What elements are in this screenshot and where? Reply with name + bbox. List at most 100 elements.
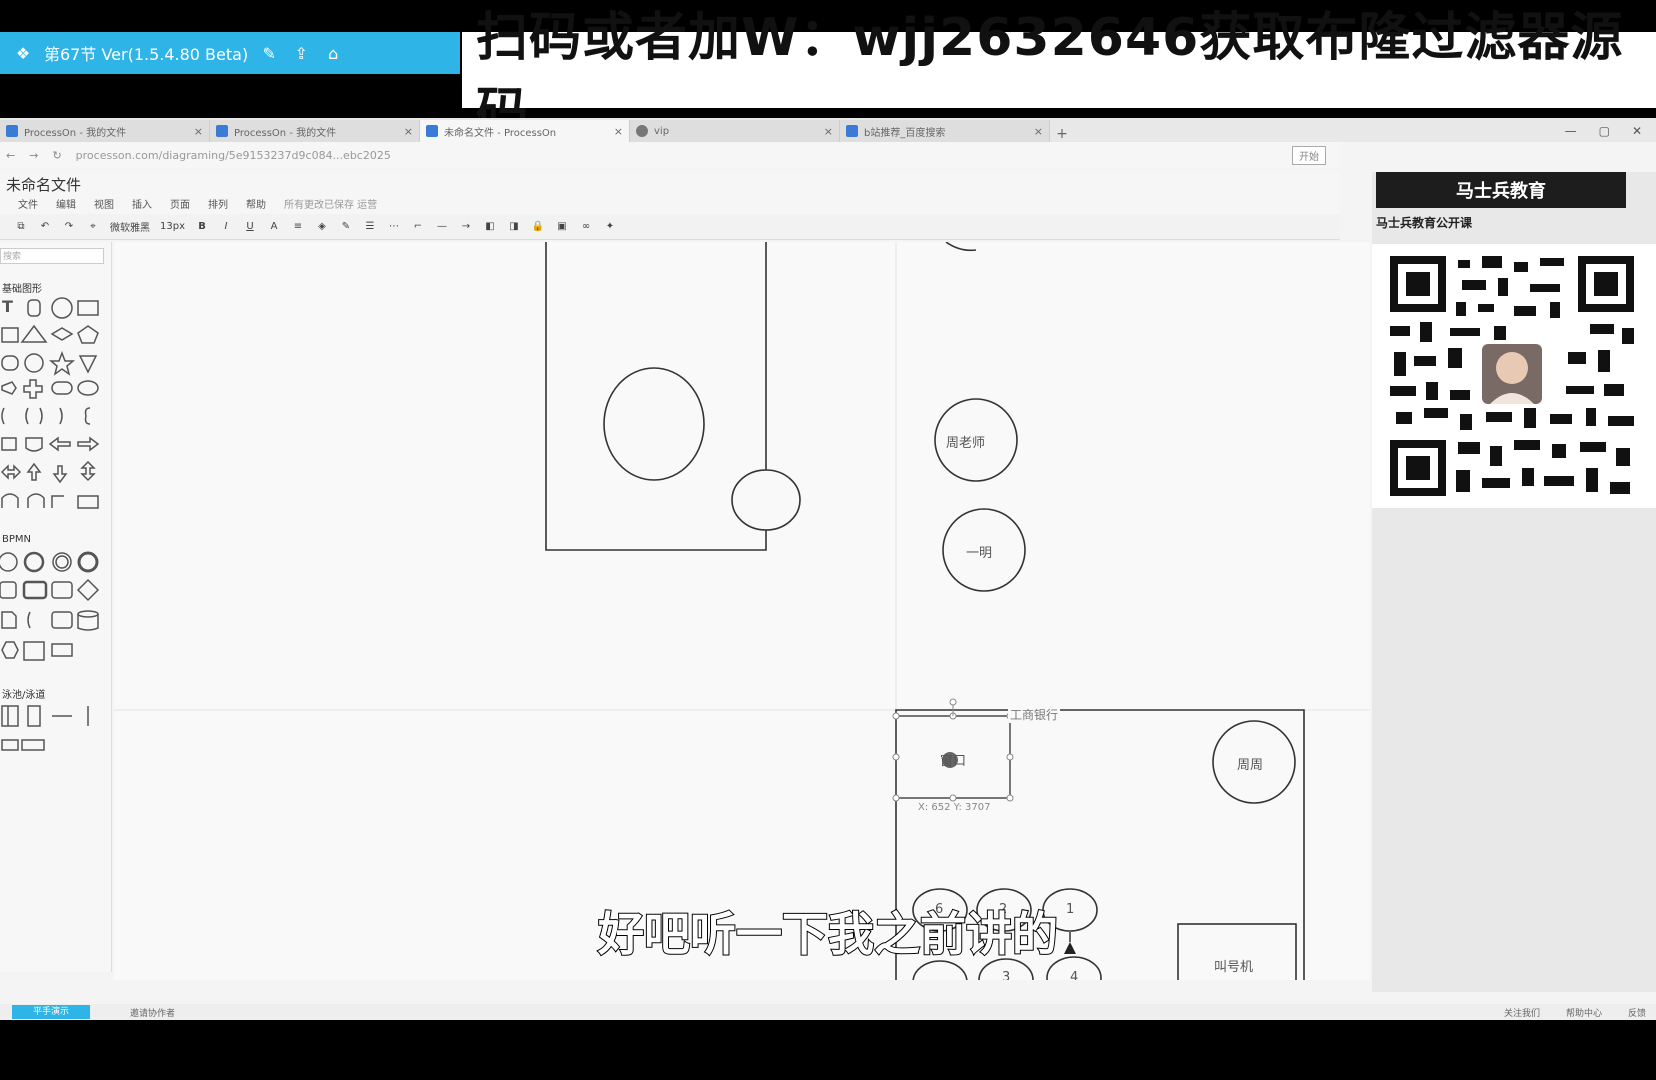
label-teacher: 周老师	[946, 436, 986, 451]
section-basic[interactable]: 基础图形	[2, 280, 42, 295]
format-toolbar: ⧉ ↶ ↷ ⌖ 微软雅黑 13px B I U A ≡ ◈ ✎ ☰ ⋯ ⌐ — …	[0, 214, 1340, 240]
label-4: 4	[1070, 970, 1079, 980]
format-painter-icon[interactable]: ⧉	[14, 219, 28, 235]
course-label: 马士兵教育公开课	[1376, 216, 1473, 230]
shape-search-input[interactable]: 搜索	[0, 248, 104, 264]
front-icon[interactable]: ◧	[483, 219, 497, 235]
link-icon[interactable]: ∞	[579, 219, 593, 235]
video-frame: ❖ 第67节 Ver(1.5.4.80 Beta) ✎ ⇪ ⌂ 扫码或者加W：w…	[0, 0, 1656, 1080]
underline-icon[interactable]: U	[243, 219, 257, 235]
save-status: 所有更改已保存 运营	[284, 200, 378, 211]
video-player-bar: ❖ 第67节 Ver(1.5.4.80 Beta) ✎ ⇪ ⌂	[0, 32, 460, 74]
globe-icon	[636, 125, 648, 137]
url-field[interactable]: processon.com/diagraming/5e9153237d9c084…	[76, 149, 391, 162]
align-icon[interactable]: ≡	[291, 219, 305, 235]
help-link[interactable]: 帮助中心	[1566, 1006, 1602, 1019]
section-bpmn[interactable]: BPMN	[2, 534, 31, 545]
letterbox-bottom	[0, 1020, 1656, 1080]
line-width-icon[interactable]: ☰	[363, 219, 377, 235]
back-icon[interactable]: ←	[6, 149, 15, 162]
new-tab-button[interactable]: +	[1050, 126, 1074, 142]
fill-icon[interactable]: ◈	[315, 219, 329, 235]
back-icon-z[interactable]: ◨	[507, 219, 521, 235]
shape-palette: 搜索 基础图形 T BPMN 泳池/泳道	[0, 242, 112, 972]
qr-panel	[1372, 244, 1656, 508]
bpmn-shapes[interactable]	[0, 550, 104, 680]
menu-arrange[interactable]: 排列	[208, 196, 228, 211]
svg-text:T: T	[2, 297, 13, 316]
browser-tab[interactable]: ProcessOn - 我的文件 ×	[210, 120, 420, 142]
feedback-link[interactable]: 反馈	[1628, 1006, 1646, 1019]
wand-icon[interactable]: ✦	[603, 219, 617, 235]
reload-icon[interactable]: ↻	[52, 149, 61, 162]
maximize-icon[interactable]: ▢	[1599, 124, 1610, 138]
video-subtitle: 好吧听一下我之前讲的	[597, 906, 1059, 962]
menu-page[interactable]: 页面	[170, 196, 190, 211]
ellipse-shape	[603, 367, 705, 481]
brush-icon[interactable]: ⌖	[86, 219, 100, 235]
close-icon[interactable]: ×	[194, 125, 203, 138]
browser-tab[interactable]: ProcessOn - 我的文件 ×	[0, 120, 210, 142]
lock-icon[interactable]: 🔒	[531, 219, 545, 235]
close-icon[interactable]: ×	[1034, 125, 1043, 138]
label-bank: 工商银行	[1008, 706, 1061, 723]
brand-header: 马士兵教育	[1376, 172, 1626, 208]
close-icon[interactable]: ×	[824, 125, 833, 138]
invite-collaborator[interactable]: 邀请协作者	[130, 1006, 175, 1019]
browser-window: ProcessOn - 我的文件 × ProcessOn - 我的文件 × 未命名文…	[0, 118, 1656, 1020]
label-zhouhu: 周周	[1237, 758, 1264, 773]
section-swimlane[interactable]: 泳池/泳道	[2, 686, 45, 701]
close-icon[interactable]: ×	[614, 125, 623, 138]
menu-edit[interactable]: 编辑	[56, 196, 76, 211]
minimize-icon[interactable]: —	[1565, 124, 1577, 138]
bold-icon[interactable]: B	[195, 219, 209, 235]
coord-readout: X: 652 Y: 3707	[918, 802, 991, 813]
font-size-select[interactable]: 13px	[160, 219, 185, 235]
arrow-end-icon[interactable]: →	[459, 219, 473, 235]
follow-link[interactable]: 关注我们	[1504, 1006, 1540, 1019]
tab-label: ProcessOn - 我的文件	[234, 127, 337, 139]
redo-icon[interactable]: ↷	[62, 219, 76, 235]
label-yiming: 一明	[966, 546, 993, 561]
undo-icon[interactable]: ↶	[38, 219, 52, 235]
line-color-icon[interactable]: ✎	[339, 219, 353, 235]
label-window: 窗口	[940, 754, 967, 769]
connector-icon[interactable]: ⌐	[411, 219, 425, 235]
menu-view[interactable]: 视图	[94, 196, 114, 211]
tab-label: ProcessOn - 我的文件	[24, 127, 127, 139]
ellipse-small	[731, 469, 801, 531]
edit-icon[interactable]: ✎	[258, 42, 280, 64]
home-icon[interactable]: ⌂	[322, 42, 344, 64]
menu-help[interactable]: 帮助	[246, 196, 266, 211]
swimlane-shapes[interactable]	[0, 702, 104, 772]
menu-insert[interactable]: 插入	[132, 196, 152, 211]
italic-icon[interactable]: I	[219, 219, 233, 235]
diagram-canvas[interactable]: 周老师 一明 工商银行 窗口 X: 652 Y: 3707 周周 叫号机 6 2…	[114, 242, 1370, 980]
line-style-icon[interactable]: ⋯	[387, 219, 401, 235]
document-title[interactable]: 未命名文件	[6, 174, 81, 195]
forward-icon[interactable]: →	[29, 149, 38, 162]
group-icon[interactable]: ▣	[555, 219, 569, 235]
basic-shapes[interactable]: T	[0, 296, 104, 526]
browser-tab[interactable]: vip ×	[630, 120, 840, 142]
lesson-title: 第67节 Ver(1.5.4.80 Beta)	[44, 45, 249, 64]
share-icon[interactable]: ⇪	[290, 42, 312, 64]
baidu-icon	[846, 125, 858, 137]
font-color-icon[interactable]: A	[267, 219, 281, 235]
arrow-start-icon[interactable]: —	[435, 219, 449, 235]
tab-label: 未命名文件 - ProcessOn	[444, 127, 557, 139]
live-button[interactable]: 平手演示	[12, 1005, 90, 1019]
browser-tab[interactable]: b站推荐_百度搜索 ×	[840, 120, 1050, 142]
app-header: 未命名文件 文件 编辑 视图 插入 页面 排列 帮助 所有更改已保存 运营	[0, 172, 1340, 214]
processon-icon	[6, 125, 18, 137]
font-select[interactable]: 微软雅黑	[110, 219, 150, 235]
canvas-drawing	[114, 242, 1370, 980]
close-icon[interactable]: ×	[404, 125, 413, 138]
side-panel: 马士兵教育 马士兵教育公开课	[1372, 172, 1656, 992]
open-button[interactable]: 开始	[1292, 145, 1326, 165]
promo-banner: 扫码或者加W：wjj2632646获取布隆过滤器源码	[462, 8, 1656, 143]
menu-file[interactable]: 文件	[18, 196, 38, 211]
browser-tab-active[interactable]: 未命名文件 - ProcessOn ×	[420, 120, 630, 142]
close-window-icon[interactable]: ✕	[1632, 124, 1642, 138]
app-logo-icon: ❖	[15, 43, 31, 63]
